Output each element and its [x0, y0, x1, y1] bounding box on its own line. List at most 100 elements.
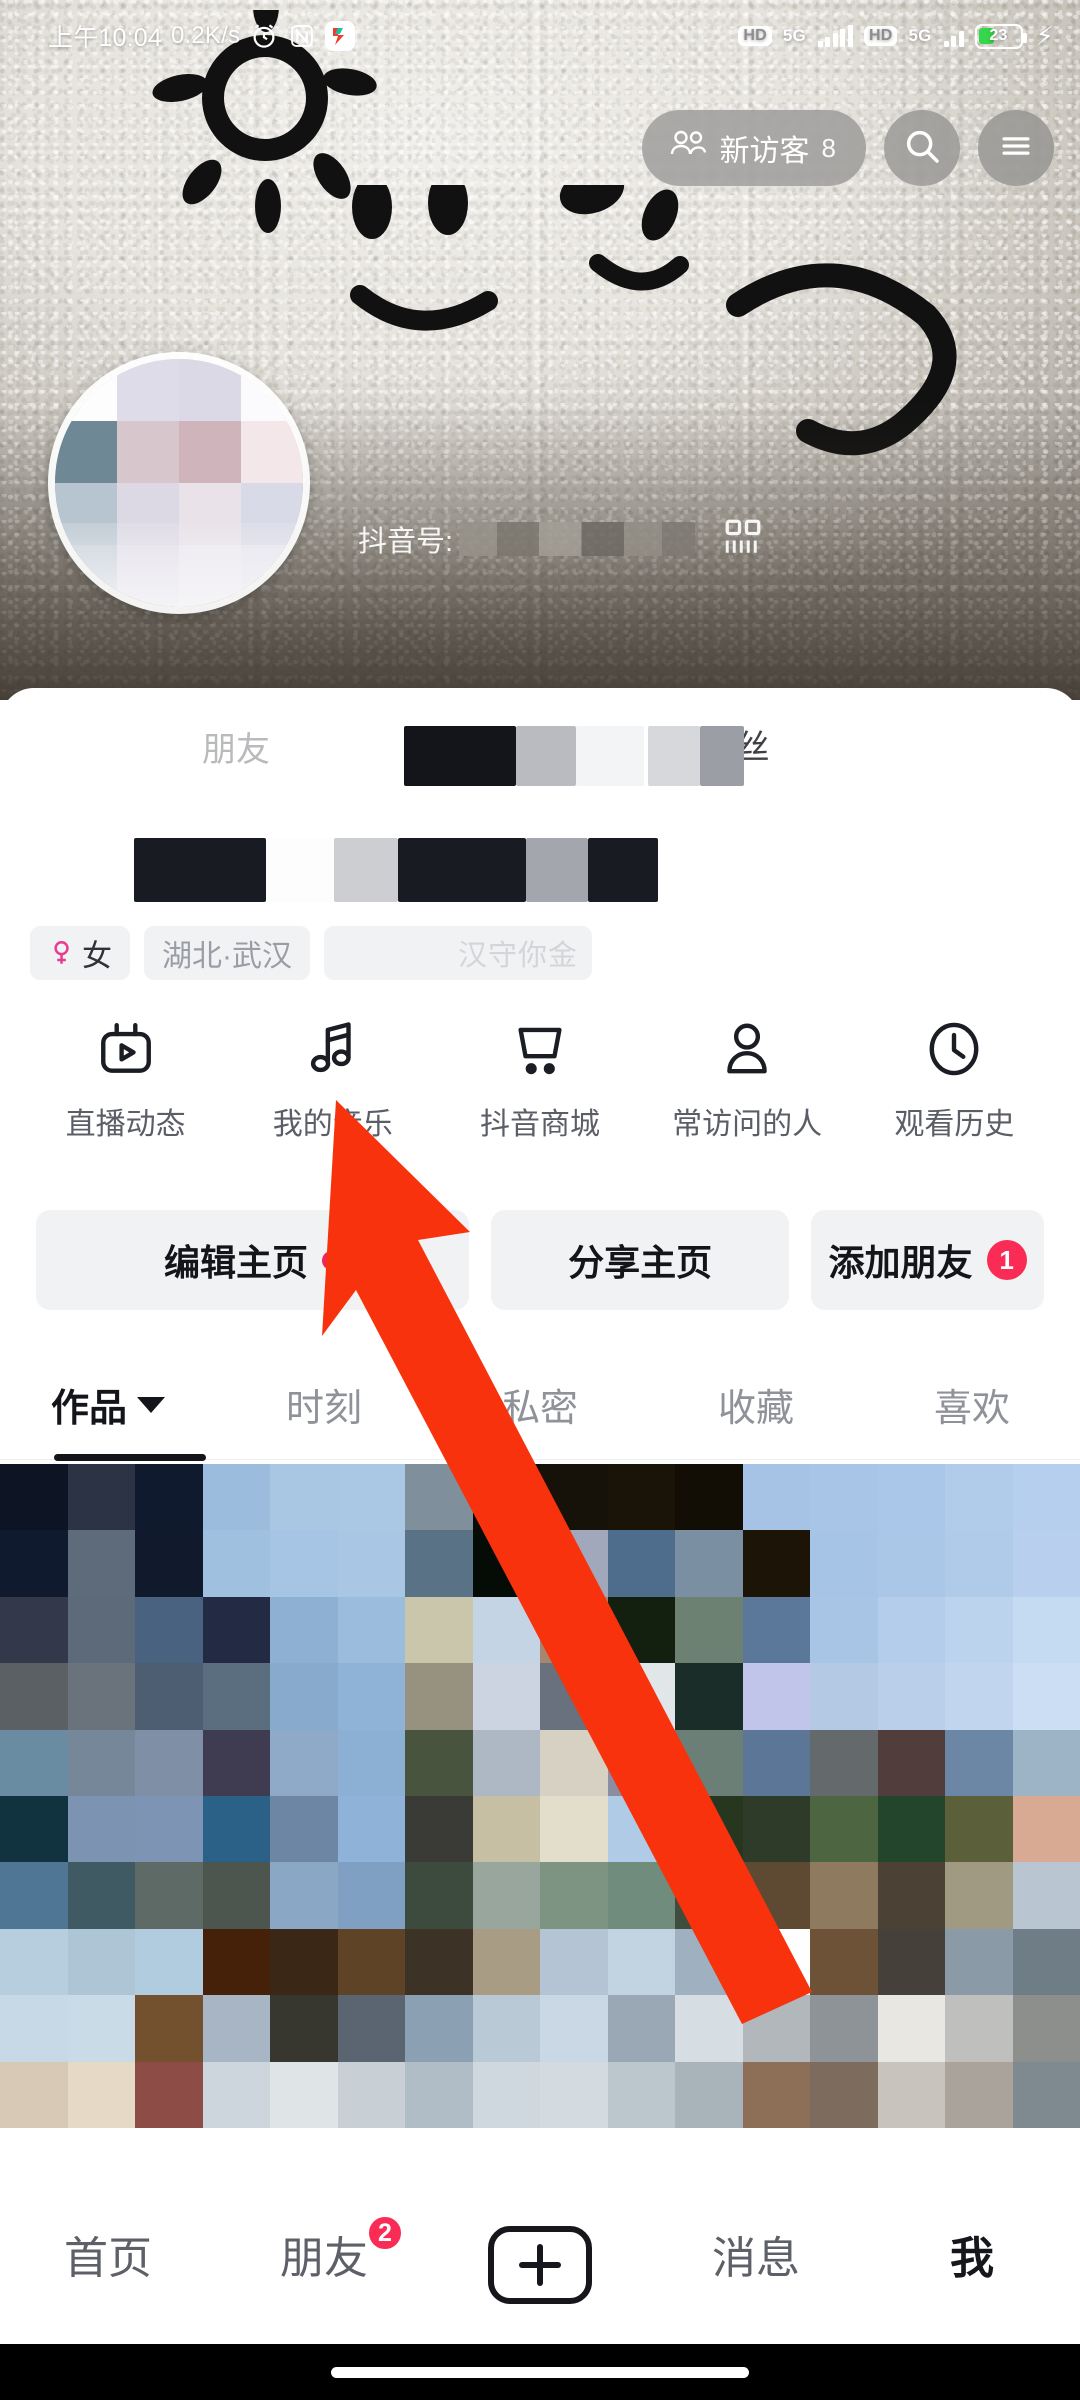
username-redaction-6 [588, 838, 658, 902]
clock-icon [923, 1018, 985, 1085]
stat-redaction-4 [648, 726, 700, 786]
douyin-id-label: 抖音号: [358, 526, 454, 558]
douyin-id-value-redacted [459, 522, 696, 556]
profile-card: 朋友 111 关注 11 粉丝 [0, 688, 1080, 2400]
quick-actions-row: 直播动态 我的音乐 抖音商城 常访问的人 观看历史 [0, 1018, 1080, 1143]
edit-profile-button[interactable]: 编辑主页 [36, 1210, 470, 1310]
bio-tag-label: 汉守你金 [457, 940, 578, 972]
location-tag[interactable]: 湖北·武汉 [144, 926, 310, 980]
hd-icon-sim2: HD [863, 26, 898, 46]
nav-messages[interactable]: 消息 [648, 2222, 864, 2318]
tab-private-label: 私密 [501, 1388, 578, 1430]
battery-percent: 23 [989, 27, 1008, 44]
tab-collections[interactable]: 收藏 [648, 1350, 864, 1459]
tab-works-label: 作品 [50, 1388, 127, 1430]
signal-bars-sim1 [817, 25, 853, 47]
quick-action-live-dynamic[interactable]: 直播动态 [33, 1018, 219, 1143]
nav-messages-label: 消息 [712, 2234, 800, 2283]
nav-me[interactable]: 我 [864, 2222, 1080, 2318]
qrcode-icon[interactable] [722, 516, 764, 563]
charging-bolt-icon: ⚡ [1035, 20, 1054, 51]
plus-icon[interactable] [488, 2226, 592, 2304]
female-icon [48, 939, 74, 967]
home-indicator[interactable] [331, 2366, 749, 2378]
status-network-speed: 0.2K/s [170, 22, 241, 49]
tab-collections-label: 收藏 [717, 1388, 794, 1430]
home-indicator-bar [0, 2344, 1080, 2400]
stat-redaction-5 [700, 726, 744, 786]
gender-tag-label: 女 [82, 940, 112, 973]
avatar[interactable] [48, 352, 310, 614]
menu-button[interactable] [978, 110, 1054, 186]
share-profile-label: 分享主页 [568, 1242, 713, 1283]
nav-home-label: 首页 [64, 2234, 152, 2283]
username-redaction-1 [134, 838, 266, 902]
search-icon [902, 126, 942, 171]
nav-create[interactable] [432, 2222, 648, 2318]
nav-me-label: 我 [950, 2234, 994, 2283]
stat-friends[interactable]: 朋友 [196, 722, 270, 771]
username-redaction-2 [266, 838, 334, 902]
quick-action-label: 观看历史 [894, 1108, 1015, 1141]
app-icon [325, 21, 356, 51]
tab-moments-label: 时刻 [285, 1388, 362, 1430]
username-redaction-5 [526, 838, 588, 902]
tab-likes-label: 喜欢 [933, 1388, 1010, 1430]
new-visitors-button[interactable]: 新访客 8 [641, 110, 866, 186]
stat-friends-label: 朋友 [202, 731, 270, 769]
stat-redaction-1 [404, 726, 516, 786]
profile-action-buttons: 编辑主页 分享主页 添加朋友 1 [36, 1210, 1044, 1310]
quick-action-label: 抖音商城 [479, 1108, 600, 1141]
nav-friends-badge: 2 [366, 2214, 404, 2252]
add-friend-button[interactable]: 添加朋友 1 [811, 1210, 1044, 1310]
tab-moments[interactable]: 时刻 [216, 1350, 432, 1459]
header-actions: 新访客 8 [641, 110, 1054, 186]
quick-action-my-music[interactable]: 我的音乐 [240, 1018, 426, 1143]
profile-tags: 女 湖北·武汉 汉守你金 [30, 926, 592, 980]
nav-friends[interactable]: 朋友 2 [216, 2214, 432, 2318]
gender-tag[interactable]: 女 [30, 926, 130, 980]
person-icon [716, 1018, 778, 1085]
tab-works[interactable]: 作品 [0, 1350, 216, 1459]
username [30, 838, 670, 906]
cart-icon [509, 1018, 571, 1085]
tab-private[interactable]: 私密 [432, 1350, 648, 1459]
add-friend-label: 添加朋友 [828, 1242, 973, 1283]
quick-action-douyin-mall[interactable]: 抖音商城 [447, 1018, 633, 1143]
bio-tag[interactable]: 汉守你金 [324, 926, 592, 980]
quick-action-label: 直播动态 [65, 1108, 186, 1141]
media-grid[interactable] [0, 1464, 1080, 2128]
username-redaction-4 [398, 838, 526, 902]
location-tag-label: 湖北·武汉 [162, 940, 292, 973]
quick-action-watch-history[interactable]: 观看历史 [861, 1018, 1047, 1143]
douyin-id-row[interactable]: 抖音号: [358, 512, 778, 566]
music-icon [302, 1018, 364, 1085]
network-type-sim1: 5G [782, 26, 806, 45]
tab-likes[interactable]: 喜欢 [864, 1350, 1080, 1459]
chevron-down-icon[interactable] [137, 1396, 165, 1413]
nav-home[interactable]: 首页 [0, 2222, 216, 2318]
tab-active-indicator [54, 1454, 206, 1461]
quick-action-label: 常访问的人 [672, 1108, 823, 1141]
live-tv-icon [95, 1018, 157, 1085]
douyin-profile-screen: 上午10:04 0.2K/s HD 5G HD 5G 23 ⚡ 新访客 8 抖音… [0, 0, 1080, 2400]
quick-action-label: 我的音乐 [272, 1108, 393, 1141]
alarm-icon [249, 21, 279, 51]
nfc-icon [288, 22, 316, 50]
menu-icon [997, 127, 1035, 170]
nav-friends-label: 朋友 [280, 2234, 368, 2283]
content-tabs: 作品 时刻 私密 收藏 喜欢 [0, 1350, 1080, 1460]
share-profile-button[interactable]: 分享主页 [491, 1210, 790, 1310]
network-type-sim2: 5G [908, 26, 932, 45]
profile-stats: 朋友 111 关注 11 粉丝 [0, 688, 1080, 806]
status-bar: 上午10:04 0.2K/s HD 5G HD 5G 23 ⚡ [0, 0, 1080, 72]
new-visitors-label: 新访客 [719, 135, 810, 168]
quick-action-frequent-visits[interactable]: 常访问的人 [654, 1018, 840, 1143]
stat-redaction-3 [576, 726, 644, 786]
avatar-sketch-overlay [55, 522, 303, 607]
search-button[interactable] [884, 110, 960, 186]
add-friend-badge: 1 [986, 1240, 1027, 1280]
status-time: 上午10:04 [48, 24, 162, 52]
new-visitors-count: 8 [821, 132, 836, 163]
edit-profile-label: 编辑主页 [164, 1242, 309, 1283]
